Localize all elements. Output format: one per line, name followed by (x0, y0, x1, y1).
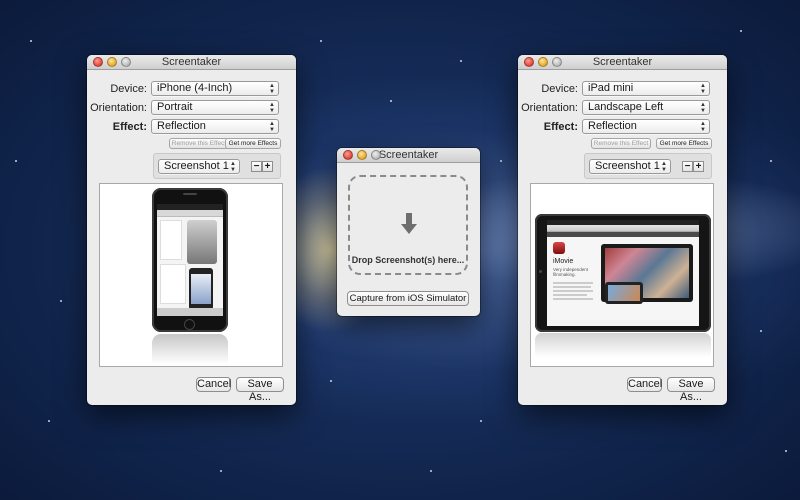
ipad-screen: iMovie Very independent filmmaking. (547, 220, 699, 326)
ipad-reflection (535, 333, 711, 357)
device-label: Device: (110, 82, 147, 95)
close-icon[interactable] (343, 150, 353, 160)
download-arrow-icon (401, 213, 417, 235)
remove-screenshot-button[interactable]: − (251, 161, 262, 172)
screenshot-group: Screenshot 1 ▲ ▼ − + (153, 153, 281, 179)
effect-popup[interactable]: Reflection ▲ ▼ (582, 119, 710, 134)
remove-screenshot-button[interactable]: − (682, 161, 693, 172)
window-title: Screentaker (378, 149, 439, 161)
device-popup[interactable]: iPad mini ▲ ▼ (582, 81, 710, 96)
popup-arrows-icon: ▲ ▼ (700, 121, 706, 133)
effect-value: Reflection (588, 120, 637, 132)
effect-value: Reflection (157, 120, 206, 132)
orientation-popup[interactable]: Landscape Left ▲ ▼ (582, 100, 710, 115)
screenshot-popup[interactable]: Screenshot 1 ▲ ▼ (589, 159, 671, 174)
popup-arrows-icon: ▲ ▼ (269, 102, 275, 114)
screenshot-group: Screenshot 1 ▲ ▼ − + (584, 153, 712, 179)
save-as-button[interactable]: Save As... (236, 377, 284, 403)
add-screenshot-button[interactable]: + (262, 161, 273, 172)
screentaker-window-ipad: Screentaker Device: iPad mini ▲ ▼ Orienta… (518, 55, 727, 405)
effect-label: Effect: (112, 120, 147, 133)
cancel-button[interactable]: Cancel (196, 377, 231, 392)
remove-effect-button[interactable]: Remove this Effect (591, 138, 651, 149)
ipad-app-tagline: Very independent filmmaking. (553, 267, 589, 277)
screenshot-popup[interactable]: Screenshot 1 ▲ ▼ (158, 159, 240, 174)
orientation-value: Portrait (157, 101, 193, 113)
minimize-icon[interactable] (107, 57, 117, 67)
screentaker-window-drop: Screentaker Drop Screenshot(s) here... C… (337, 148, 480, 316)
ipad-app-title: iMovie (553, 258, 574, 265)
minimize-icon[interactable] (357, 150, 367, 160)
close-icon[interactable] (93, 57, 103, 67)
get-more-effects-button[interactable]: Get more Effects (225, 138, 281, 149)
titlebar[interactable]: Screentaker (87, 55, 296, 70)
zoom-icon[interactable] (121, 57, 131, 67)
screenshot-value: Screenshot 1 (595, 160, 660, 172)
device-label: Device: (541, 82, 578, 95)
preview-area (99, 183, 283, 367)
titlebar[interactable]: Screentaker (518, 55, 727, 70)
screentaker-window-iphone: Screentaker Device: iPhone (4-Inch) ▲ ▼ O… (87, 55, 296, 405)
capture-simulator-button[interactable]: Capture from iOS Simulator (347, 291, 469, 306)
zoom-icon[interactable] (371, 150, 381, 160)
effect-label: Effect: (543, 120, 578, 133)
add-screenshot-button[interactable]: + (693, 161, 704, 172)
window-title: Screentaker (592, 56, 653, 68)
popup-arrows-icon: ▲ ▼ (230, 161, 236, 173)
remove-effect-button[interactable]: Remove this Effect (169, 138, 229, 149)
orientation-label: Orientation: (90, 101, 147, 114)
popup-arrows-icon: ▲ ▼ (700, 102, 706, 114)
drop-hint-text: Drop Screenshot(s) here... (351, 255, 465, 265)
effect-popup[interactable]: Reflection ▲ ▼ (151, 119, 279, 134)
cancel-button[interactable]: Cancel (627, 377, 662, 392)
iphone-screen (157, 204, 223, 316)
drop-zone[interactable]: Drop Screenshot(s) here... (348, 175, 468, 275)
titlebar[interactable]: Screentaker (337, 148, 480, 163)
orientation-label: Orientation: (521, 101, 578, 114)
close-icon[interactable] (524, 57, 534, 67)
minimize-icon[interactable] (538, 57, 548, 67)
iphone-reflection (152, 334, 228, 364)
ipad-mockup: iMovie Very independent filmmaking. (535, 214, 711, 332)
popup-arrows-icon: ▲ ▼ (700, 83, 706, 95)
device-value: iPad mini (588, 82, 634, 94)
device-popup[interactable]: iPhone (4-Inch) ▲ ▼ (151, 81, 279, 96)
preview-area: iMovie Very independent filmmaking. (530, 183, 714, 367)
get-more-effects-button[interactable]: Get more Effects (656, 138, 712, 149)
popup-arrows-icon: ▲ ▼ (661, 161, 667, 173)
iphone-mockup (152, 188, 228, 332)
save-as-button[interactable]: Save As... (667, 377, 715, 403)
orientation-popup[interactable]: Portrait ▲ ▼ (151, 100, 279, 115)
zoom-icon[interactable] (552, 57, 562, 67)
orientation-value: Landscape Left (588, 101, 664, 113)
device-value: iPhone (4-Inch) (157, 82, 233, 94)
popup-arrows-icon: ▲ ▼ (269, 83, 275, 95)
window-title: Screentaker (161, 56, 222, 68)
popup-arrows-icon: ▲ ▼ (269, 121, 275, 133)
screenshot-value: Screenshot 1 (164, 160, 229, 172)
